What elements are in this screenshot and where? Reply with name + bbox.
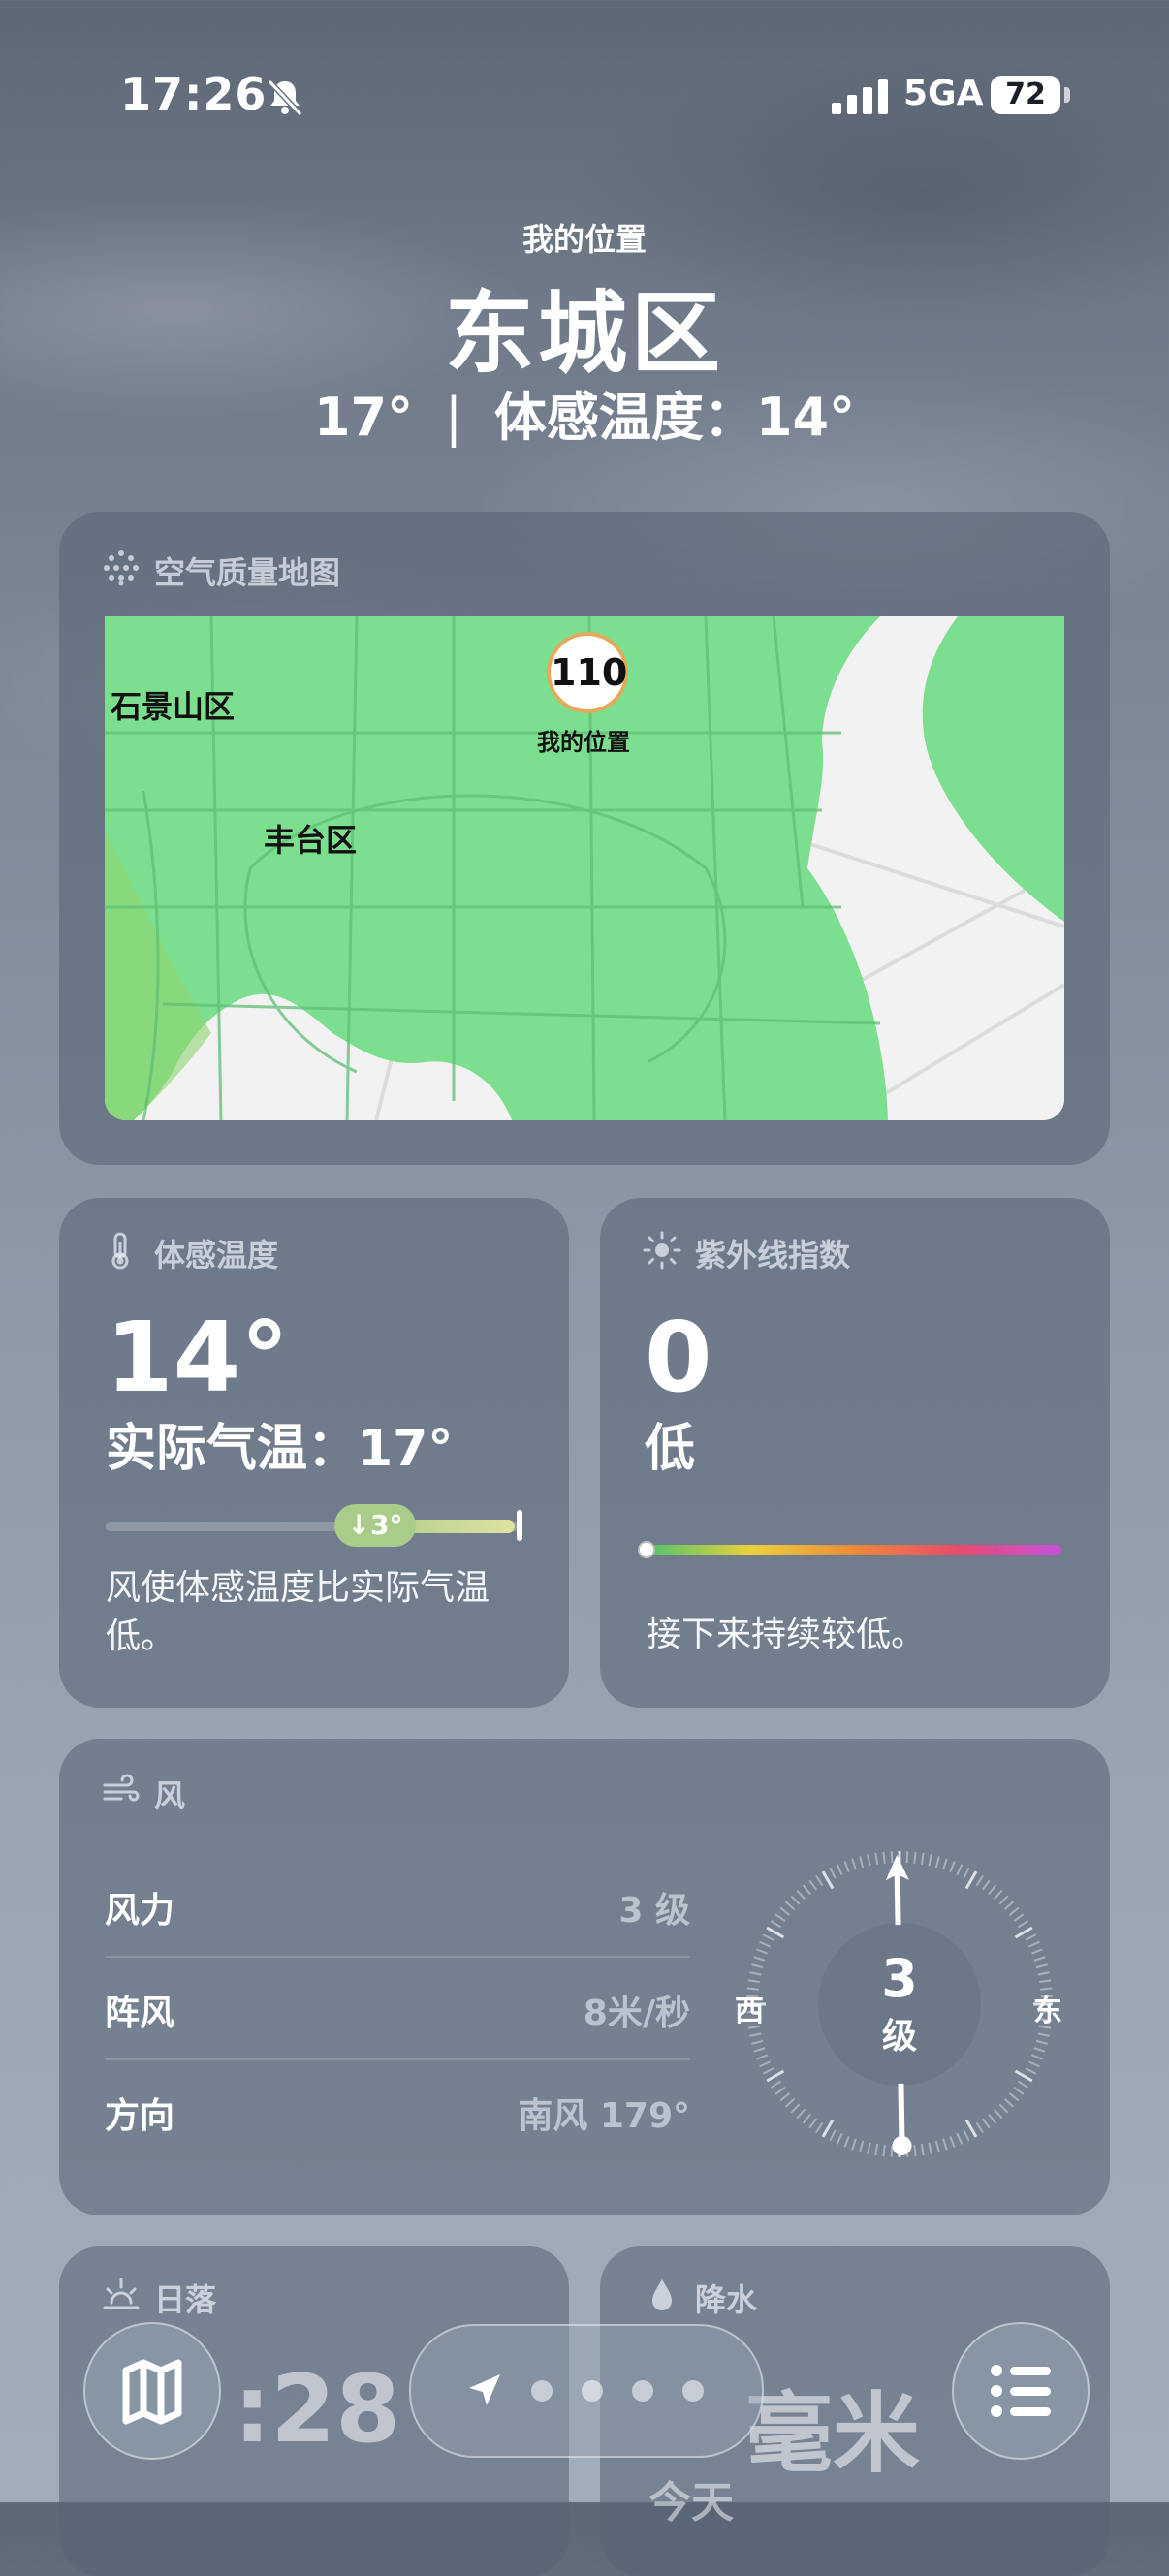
feels-like-card[interactable]: 体感温度 14° 实际气温：17° ↓3° 风使体感温度比实际气温低。 <box>59 1198 569 1708</box>
wind-direction-label: 方向 <box>105 2096 175 2136</box>
wind-row-direction: 方向 南风 179° <box>105 2058 690 2161</box>
network-type: 5GA <box>903 74 984 113</box>
wind-row-gust: 阵风 8米/秒 <box>105 1956 690 2060</box>
current-temperature: 17° <box>313 387 414 448</box>
compass-east-label: 东 <box>1033 1995 1062 2028</box>
city-name: 东城区 <box>444 282 724 386</box>
map-label-my-location: 我的位置 <box>537 729 630 756</box>
air-quality-dots-icon <box>104 550 139 586</box>
compass-arrow-shaft-top <box>894 1873 901 1926</box>
uv-index-description: 接下来持续较低。 <box>647 1615 927 1654</box>
wind-gust-value: 8米/秒 <box>583 1994 690 2033</box>
wind-row-force: 风力 3 级 <box>105 1853 690 1958</box>
page-indicator[interactable] <box>409 2324 764 2458</box>
battery-tip <box>1064 87 1070 103</box>
uv-index-marker <box>638 1541 655 1558</box>
air-quality-map-title: 空气质量地图 <box>154 554 341 591</box>
page-dot-3 <box>632 2380 653 2402</box>
list-icon <box>991 2365 1051 2417</box>
temperature-summary: 17° | 体感温度：14° <box>0 374 1169 451</box>
map-icon <box>122 2359 182 2425</box>
separator: | <box>444 387 463 448</box>
uv-index-title: 紫外线指数 <box>695 1237 851 1273</box>
silent-bell-icon <box>267 79 303 117</box>
raindrop-icon <box>652 2279 672 2310</box>
page-dot-1 <box>531 2380 553 2402</box>
uv-index-scale <box>647 1545 1061 1555</box>
wind-compass: 3 级 西 东 <box>735 1841 1062 2167</box>
battery-level: 72 <box>991 76 1060 114</box>
wind-force-label: 风力 <box>105 1891 175 1931</box>
location-list-button[interactable] <box>952 2322 1090 2460</box>
map-button[interactable] <box>83 2322 221 2460</box>
cellular-signal-icon <box>832 79 888 114</box>
compass-arrow-tail <box>892 2135 912 2155</box>
compass-arrow-shaft-bottom <box>898 2083 905 2143</box>
sunset-time: :28 <box>234 2355 400 2464</box>
map-label-shijingshan: 石景山区 <box>111 688 236 725</box>
location-arrow-icon <box>469 2374 500 2405</box>
my-location-label: 我的位置 <box>521 221 647 258</box>
map-label-fengtai: 丰台区 <box>264 822 358 859</box>
feels-like-description: 风使体感温度比实际气温低。 <box>106 1568 490 1656</box>
status-time: 17:26 <box>120 68 268 120</box>
sun-icon <box>643 1231 681 1270</box>
precipitation-title: 降水 <box>695 2281 758 2318</box>
sunset-title: 日落 <box>154 2281 217 2318</box>
compass-wind-unit: 级 <box>881 2017 917 2057</box>
uv-index-level: 低 <box>645 1420 696 1478</box>
sunset-icon <box>103 2278 140 2309</box>
wind-gust-label: 阵风 <box>105 1994 175 2033</box>
wind-title: 风 <box>154 1777 186 1814</box>
page-dot-4 <box>682 2380 704 2402</box>
thermometer-icon <box>111 1232 129 1270</box>
feels-like-title: 体感温度 <box>154 1237 279 1273</box>
page-dot-2 <box>582 2380 603 2402</box>
feels-like-difference-pill: ↓3° <box>334 1504 416 1547</box>
aqi-value-badge[interactable]: 110 <box>547 632 628 713</box>
actual-temperature: 实际气温：17° <box>106 1420 454 1478</box>
wind-direction-value: 南风 179° <box>518 2096 690 2136</box>
wind-force-value: 3 级 <box>618 1891 690 1931</box>
precipitation-period: 今天 <box>648 2478 734 2528</box>
compass-wind-value: 3 <box>881 1948 918 2009</box>
feels-like-summary: 体感温度：14° <box>493 387 856 448</box>
uv-index-card[interactable]: 紫外线指数 0 低 接下来持续较低。 <box>600 1198 1110 1708</box>
actual-temp-marker <box>517 1510 522 1541</box>
uv-index-value: 0 <box>645 1301 712 1414</box>
feels-like-value: 14° <box>106 1301 290 1414</box>
compass-west-label: 西 <box>735 1995 764 2028</box>
wind-icon <box>103 1774 140 1802</box>
precipitation-value: 毫米 <box>745 2383 920 2485</box>
